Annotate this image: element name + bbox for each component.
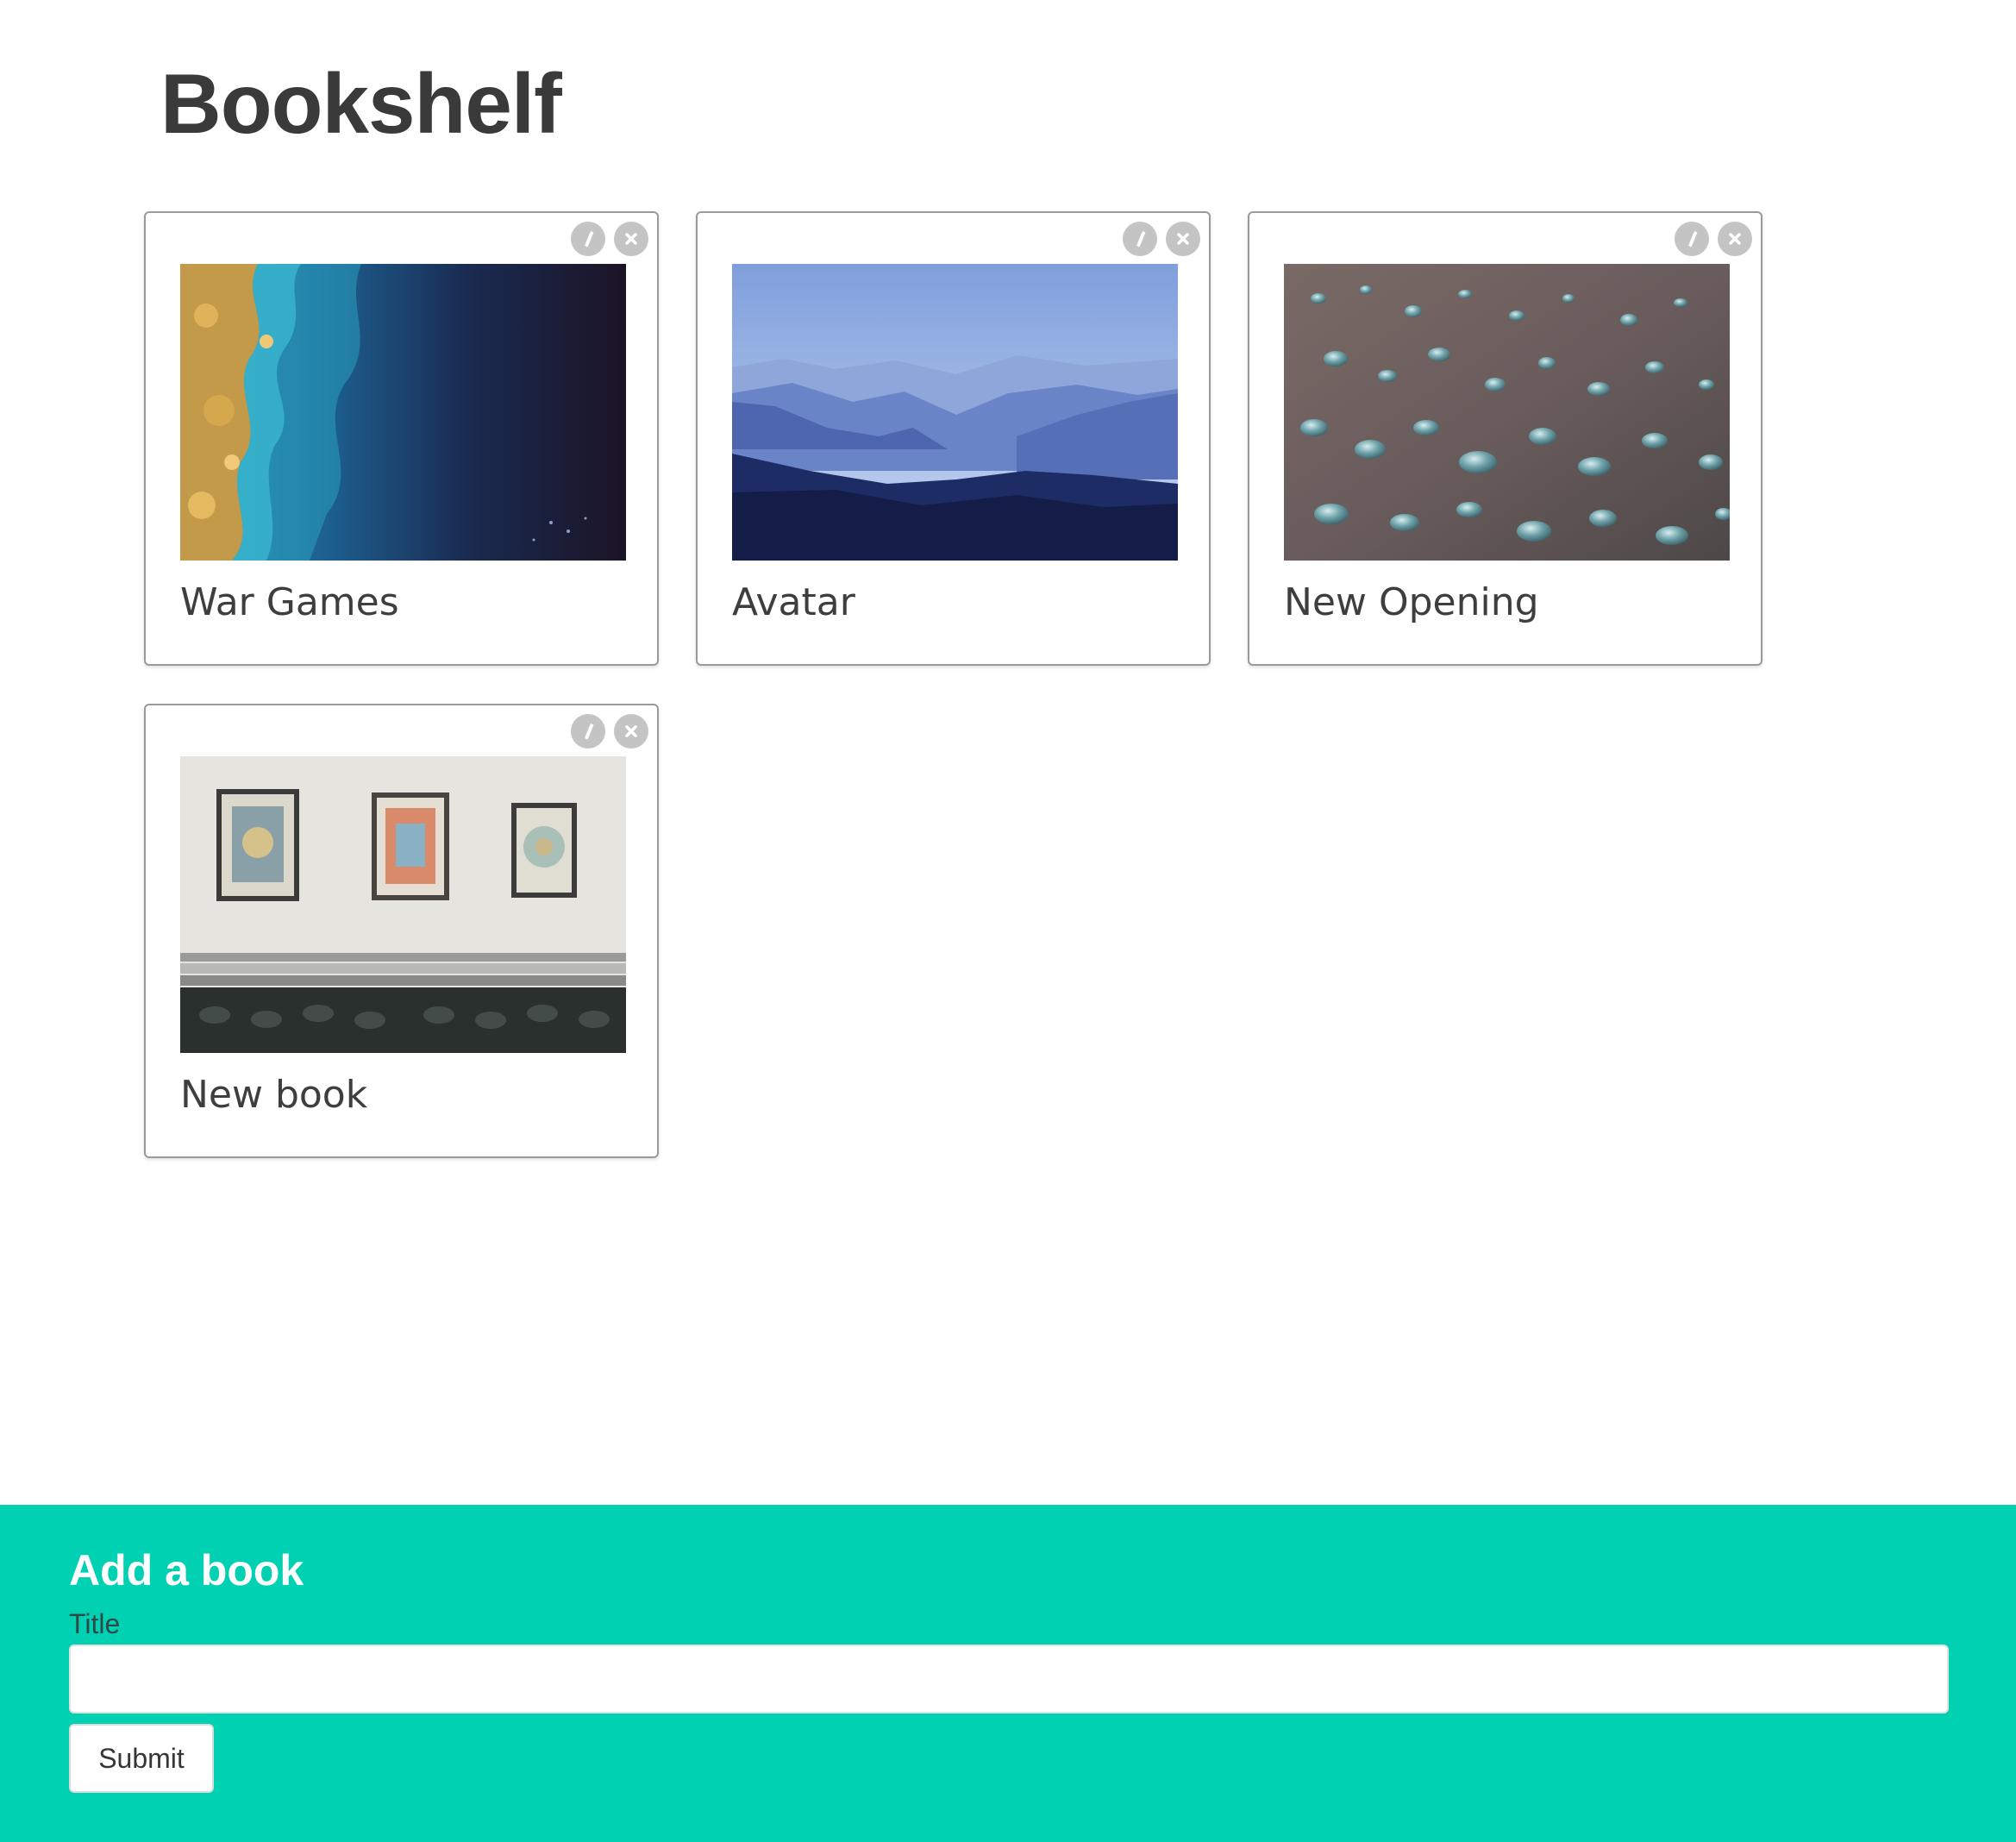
misty-mountains-image <box>732 264 1178 561</box>
close-icon <box>625 725 637 737</box>
book-card: Avatar <box>696 211 1211 666</box>
pencil-icon <box>585 724 594 740</box>
book-title: New book <box>180 1073 368 1117</box>
edit-button[interactable] <box>571 222 605 256</box>
close-icon <box>1177 233 1189 245</box>
edit-button[interactable] <box>571 714 605 749</box>
add-book-heading: Add a book <box>69 1546 304 1595</box>
pencil-icon <box>1688 231 1698 247</box>
card-actions <box>571 714 648 749</box>
delete-button[interactable] <box>614 222 648 256</box>
card-actions <box>571 222 648 256</box>
delete-button[interactable] <box>1166 222 1200 256</box>
pencil-icon <box>1136 231 1146 247</box>
book-card: New book <box>144 704 659 1158</box>
close-icon <box>1729 233 1741 245</box>
card-actions <box>1123 222 1200 256</box>
edit-button[interactable] <box>1123 222 1157 256</box>
add-book-panel: Add a book Title Submit <box>0 1505 2016 1842</box>
book-card: New Opening <box>1248 211 1762 666</box>
book-title: War Games <box>180 580 399 624</box>
delete-button[interactable] <box>614 714 648 749</box>
satellite-coast-image <box>180 264 626 561</box>
delete-button[interactable] <box>1718 222 1752 256</box>
framed-pictures-room-image <box>180 756 626 1053</box>
card-actions <box>1675 222 1752 256</box>
book-title: Avatar <box>732 580 855 624</box>
edit-button[interactable] <box>1675 222 1709 256</box>
page-title: Bookshelf <box>160 56 562 151</box>
title-input[interactable] <box>69 1645 1949 1714</box>
close-icon <box>625 233 637 245</box>
book-card: War Games <box>144 211 659 666</box>
water-drops-image <box>1284 264 1730 561</box>
submit-button[interactable]: Submit <box>69 1724 214 1793</box>
title-label: Title <box>69 1608 121 1639</box>
pencil-icon <box>585 231 594 247</box>
book-title: New Opening <box>1284 580 1539 624</box>
